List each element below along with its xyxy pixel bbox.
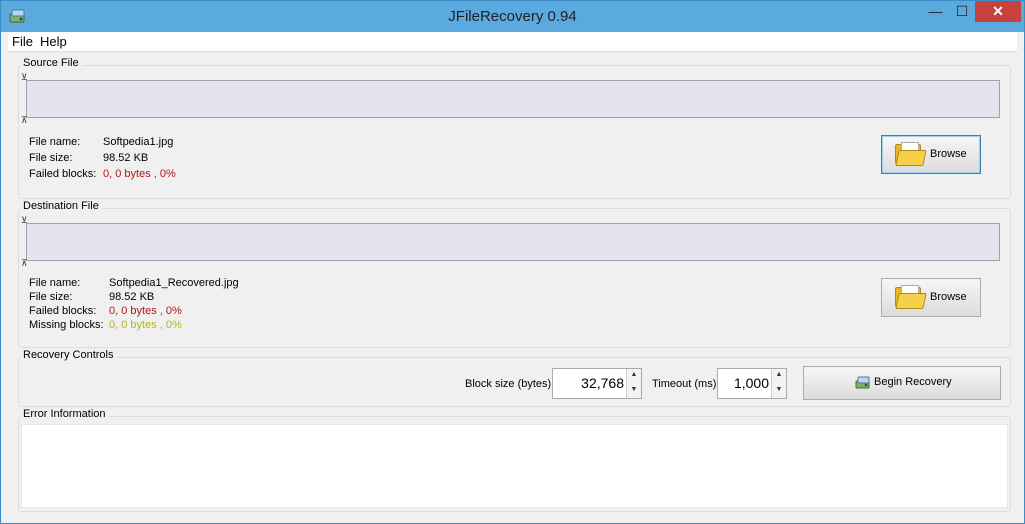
close-button[interactable]: ✕ (975, 1, 1021, 22)
block-size-down-arrow[interactable]: ▼ (627, 383, 641, 398)
source-browse-label: Browse (930, 148, 967, 160)
recovery-disk-icon (855, 376, 870, 389)
block-size-label: Block size (bytes) (465, 378, 552, 390)
recovery-controls-group: Recovery Controls Block size (bytes) 32,… (18, 349, 1011, 407)
folder-icon (895, 142, 927, 166)
block-size-spin-buttons: ▲ ▼ (626, 369, 641, 398)
source-group-label: Source File (20, 57, 82, 69)
source-file-size-value: 98.52 KB (103, 152, 149, 164)
begin-recovery-button[interactable]: Begin Recovery (803, 366, 1001, 400)
source-failed-blocks-value: 0, 0 bytes , 0% (103, 168, 176, 180)
menu-bar: File Help (8, 32, 1017, 52)
destination-browse-button[interactable]: Browse (881, 278, 981, 317)
error-log-area[interactable] (21, 424, 1008, 508)
error-information-label: Error Information (20, 408, 109, 420)
destination-missing-blocks-label: Missing blocks: (29, 319, 104, 331)
timeout-value: 1,000 (733, 375, 769, 391)
recovery-controls-label: Recovery Controls (20, 349, 117, 361)
destination-missing-blocks-value: 0, 0 bytes , 0% (109, 319, 182, 331)
block-size-value: 32,768 (581, 375, 624, 391)
menu-help[interactable]: Help (40, 34, 67, 49)
title-bar[interactable]: JFileRecovery 0.94 — ☐ ✕ (1, 1, 1024, 32)
maximize-button[interactable]: ☐ (949, 1, 975, 22)
app-window: JFileRecovery 0.94 — ☐ ✕ File Help Sourc… (0, 0, 1025, 524)
client-area: File Help Source File ⊻ ⊼ File name: Fil… (8, 32, 1017, 516)
source-file-size-label: File size: (29, 152, 73, 164)
minimize-button[interactable]: — (922, 1, 949, 22)
begin-recovery-label: Begin Recovery (874, 376, 952, 388)
block-size-up-arrow[interactable]: ▲ (627, 369, 641, 385)
error-information-group: Error Information (18, 408, 1011, 512)
timeout-spinner[interactable]: 1,000 ▲ ▼ (717, 368, 787, 399)
source-slider-bottom-tick: ⊼ (21, 115, 28, 125)
timeout-label: Timeout (ms) (652, 378, 717, 390)
folder-icon (895, 285, 927, 309)
destination-block-map[interactable] (26, 223, 1000, 261)
destination-group-label: Destination File (20, 200, 102, 212)
source-file-name-value: Softpedia1.jpg (103, 136, 174, 148)
block-size-spinner[interactable]: 32,768 ▲ ▼ (552, 368, 642, 399)
source-file-group: Source File ⊻ ⊼ File name: File size: Fa… (18, 57, 1011, 199)
source-file-name-label: File name: (29, 136, 81, 148)
source-browse-button[interactable]: Browse (881, 135, 981, 174)
destination-browse-label: Browse (930, 291, 967, 303)
timeout-spin-buttons: ▲ ▼ (771, 369, 786, 398)
timeout-up-arrow[interactable]: ▲ (772, 369, 786, 385)
window-title: JFileRecovery 0.94 (448, 8, 577, 25)
source-block-map[interactable] (26, 80, 1000, 118)
source-failed-blocks-label: Failed blocks: (29, 168, 97, 180)
timeout-down-arrow[interactable]: ▼ (772, 383, 786, 398)
destination-slider-bottom-tick: ⊼ (21, 258, 28, 268)
menu-file[interactable]: File (12, 34, 33, 49)
destination-file-group: Destination File ⊻ ⊼ File name: File siz… (18, 200, 1011, 348)
